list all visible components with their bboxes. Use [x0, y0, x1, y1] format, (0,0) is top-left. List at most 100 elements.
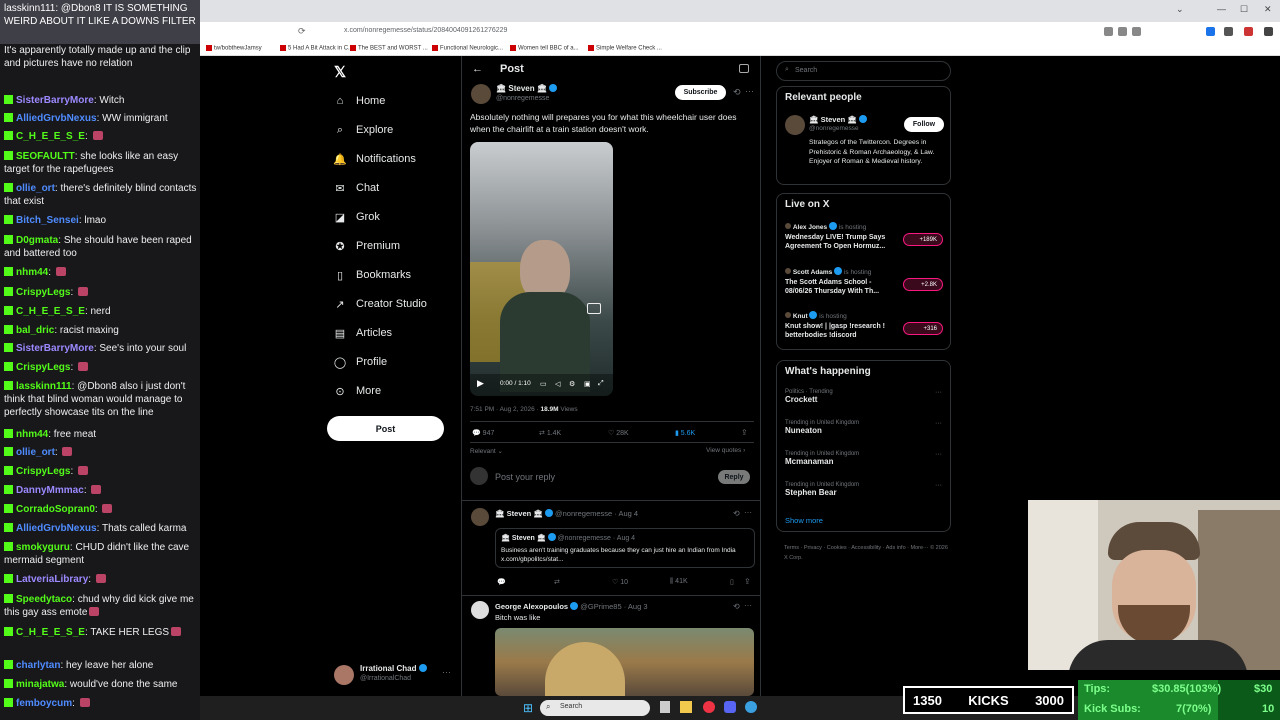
fullscreen-icon[interactable]: ⤢: [598, 380, 604, 388]
reply-avatar[interactable]: [471, 601, 489, 619]
account-avatar[interactable]: [334, 665, 354, 685]
reply-author[interactable]: George Alexopoulos @GPrime85 · Aug 3: [495, 602, 648, 611]
chat-username[interactable]: Speedytaco: [16, 594, 72, 605]
chat-username[interactable]: CrispyLegs: [16, 362, 70, 373]
nav-item-bookmarks[interactable]: ▯ Bookmarks: [333, 265, 411, 285]
person-name[interactable]: 🏛 Steven 🏛: [809, 115, 867, 124]
trend-item[interactable]: Politics · Trending Crockett ···: [785, 389, 945, 415]
account-name[interactable]: Irrational Chad: [360, 664, 427, 673]
reply-button[interactable]: Reply: [718, 470, 750, 484]
live-listener-count[interactable]: +316: [903, 322, 943, 335]
url-text[interactable]: x.com/nonregemesse/status/20840040912612…: [344, 27, 507, 34]
pip-icon[interactable]: ▣: [584, 380, 591, 388]
reply-avatar[interactable]: [471, 508, 489, 526]
more-icon[interactable]: ···: [744, 601, 752, 610]
chat-username[interactable]: CrispyLegs: [16, 466, 70, 477]
back-arrow-icon[interactable]: ←: [472, 63, 483, 75]
address-bar[interactable]: ⟳ x.com/nonregemesse/status/208400409126…: [200, 22, 1280, 42]
reply-action[interactable]: 💬: [497, 578, 506, 586]
follow-button[interactable]: Follow: [904, 117, 944, 132]
extension-icon[interactable]: [1118, 27, 1127, 36]
app-icon[interactable]: [745, 701, 757, 713]
chat-username[interactable]: minajatwa: [16, 679, 64, 690]
reply-input[interactable]: Post your reply: [495, 472, 555, 482]
chat-username[interactable]: Bitch_Sensei: [16, 215, 79, 226]
author-name[interactable]: 🏛 Steven 🏛: [496, 84, 558, 93]
live-item[interactable]: Alex Jones is hosting Wednesday LIVE! Tru…: [785, 222, 945, 262]
chat-username[interactable]: smokyguru: [16, 542, 70, 553]
chat-username[interactable]: SisterBarryMore: [16, 343, 94, 354]
nav-item-notifications[interactable]: 🔔 Notifications: [333, 149, 416, 169]
nav-item-chat[interactable]: ✉ Chat: [333, 178, 379, 198]
nav-item-premium[interactable]: ✪ Premium: [333, 236, 400, 256]
reply-action[interactable]: 💬 947: [472, 429, 494, 437]
search-input[interactable]: Search: [795, 67, 817, 74]
reply-image[interactable]: [495, 628, 754, 696]
nav-item-explore[interactable]: ⌕ Explore: [333, 120, 393, 140]
taskbar-search[interactable]: ⌕ Search: [540, 700, 650, 716]
discord-icon[interactable]: [724, 701, 736, 713]
star-icon[interactable]: [1132, 27, 1141, 36]
extension-icon[interactable]: [1224, 27, 1233, 36]
chat-username[interactable]: bal_dric: [16, 325, 54, 336]
grok-icon[interactable]: ⟲: [733, 87, 741, 98]
close-icon[interactable]: ✕: [1264, 4, 1272, 15]
live-listener-count[interactable]: +2.8K: [903, 278, 943, 291]
windows-start-icon[interactable]: ⊞: [523, 701, 533, 715]
grok-icon[interactable]: ⟲: [733, 602, 740, 611]
share-icon[interactable]: ⇪: [744, 577, 751, 586]
chat-username[interactable]: LatveriaLibrary: [16, 574, 88, 585]
views-action[interactable]: ⫼ 41K: [670, 578, 688, 586]
chat-username[interactable]: charlytan: [16, 660, 60, 671]
like-action[interactable]: ♡ 10: [612, 578, 628, 586]
bookmark[interactable]: Women tell BBC of a...: [510, 45, 579, 52]
play-icon[interactable]: ▶: [477, 378, 484, 389]
chrome-icon[interactable]: [703, 701, 715, 713]
chat-username[interactable]: D0gmata: [16, 235, 58, 246]
chat-username[interactable]: C_H_E_E_S_E: [16, 627, 85, 638]
repost-action[interactable]: ⇄: [554, 578, 560, 586]
search-bar[interactable]: ⌕ Search: [776, 61, 951, 81]
more-icon[interactable]: ···: [935, 389, 942, 396]
more-icon[interactable]: ···: [935, 482, 942, 489]
bookmark[interactable]: The BEST and WORST ...: [350, 45, 428, 52]
bookmark[interactable]: Functional Neurologic...: [432, 45, 503, 52]
download-icon[interactable]: [1206, 27, 1215, 36]
trend-item[interactable]: Trending in United Kingdom Stephen Bear ··…: [785, 482, 945, 508]
bookmark[interactable]: tw/bobthewJamsy: [206, 45, 262, 52]
person-avatar[interactable]: [785, 115, 805, 135]
chat-username[interactable]: AlliedGrvbNexus: [16, 523, 97, 534]
more-icon[interactable]: ···: [745, 86, 754, 96]
nav-item-creator-studio[interactable]: ↗ Creator Studio: [333, 294, 427, 314]
more-icon[interactable]: ···: [935, 451, 942, 458]
video-player[interactable]: ▶ 0:00 / 1:10 ▭ ◁ ⚙ ▣ ⤢: [470, 142, 613, 396]
show-more-link[interactable]: Show more: [785, 516, 823, 525]
author-avatar[interactable]: [471, 84, 491, 104]
sort-relevant[interactable]: Relevant ⌄: [470, 447, 503, 455]
chat-username[interactable]: CrispyLegs: [16, 287, 70, 298]
extension-icon[interactable]: [1104, 27, 1113, 36]
task-view-icon[interactable]: [660, 701, 670, 713]
bookmark[interactable]: Simple Welfare Check ...: [588, 45, 662, 52]
trend-item[interactable]: Trending in United Kingdom Mcmanaman ···: [785, 451, 945, 477]
nav-item-profile[interactable]: ◯ Profile: [333, 352, 387, 372]
footer-links[interactable]: Terms · Privacy · Cookies · Accessibilit…: [784, 543, 949, 563]
minimize-icon[interactable]: —: [1217, 4, 1226, 14]
volume-icon[interactable]: ◁: [555, 380, 560, 388]
quoted-post[interactable]: 🏛 Steven 🏛 @nonregemesse · Aug 4 Busines…: [495, 528, 755, 568]
chat-username[interactable]: AlliedGrvbNexus: [16, 113, 97, 124]
chat-username[interactable]: SisterBarryMore: [16, 95, 94, 106]
trend-item[interactable]: Trending in United Kingdom Nuneaton ···: [785, 420, 945, 446]
view-quotes-link[interactable]: View quotes ›: [706, 447, 745, 454]
account-more-icon[interactable]: ···: [442, 667, 451, 677]
like-action[interactable]: ♡ 28K: [608, 429, 629, 437]
extension-icon[interactable]: [1244, 27, 1253, 36]
captions-icon[interactable]: ▭: [540, 380, 547, 388]
refresh-icon[interactable]: ⟳: [298, 26, 306, 37]
chat-username[interactable]: CorradoSopran0: [16, 504, 95, 515]
file-explorer-icon[interactable]: [680, 701, 692, 713]
more-icon[interactable]: ···: [744, 508, 752, 517]
bookmark-action[interactable]: ▮ 5.6K: [675, 429, 695, 437]
pip-icon[interactable]: [587, 303, 601, 314]
share-icon[interactable]: ⇪: [741, 428, 748, 437]
